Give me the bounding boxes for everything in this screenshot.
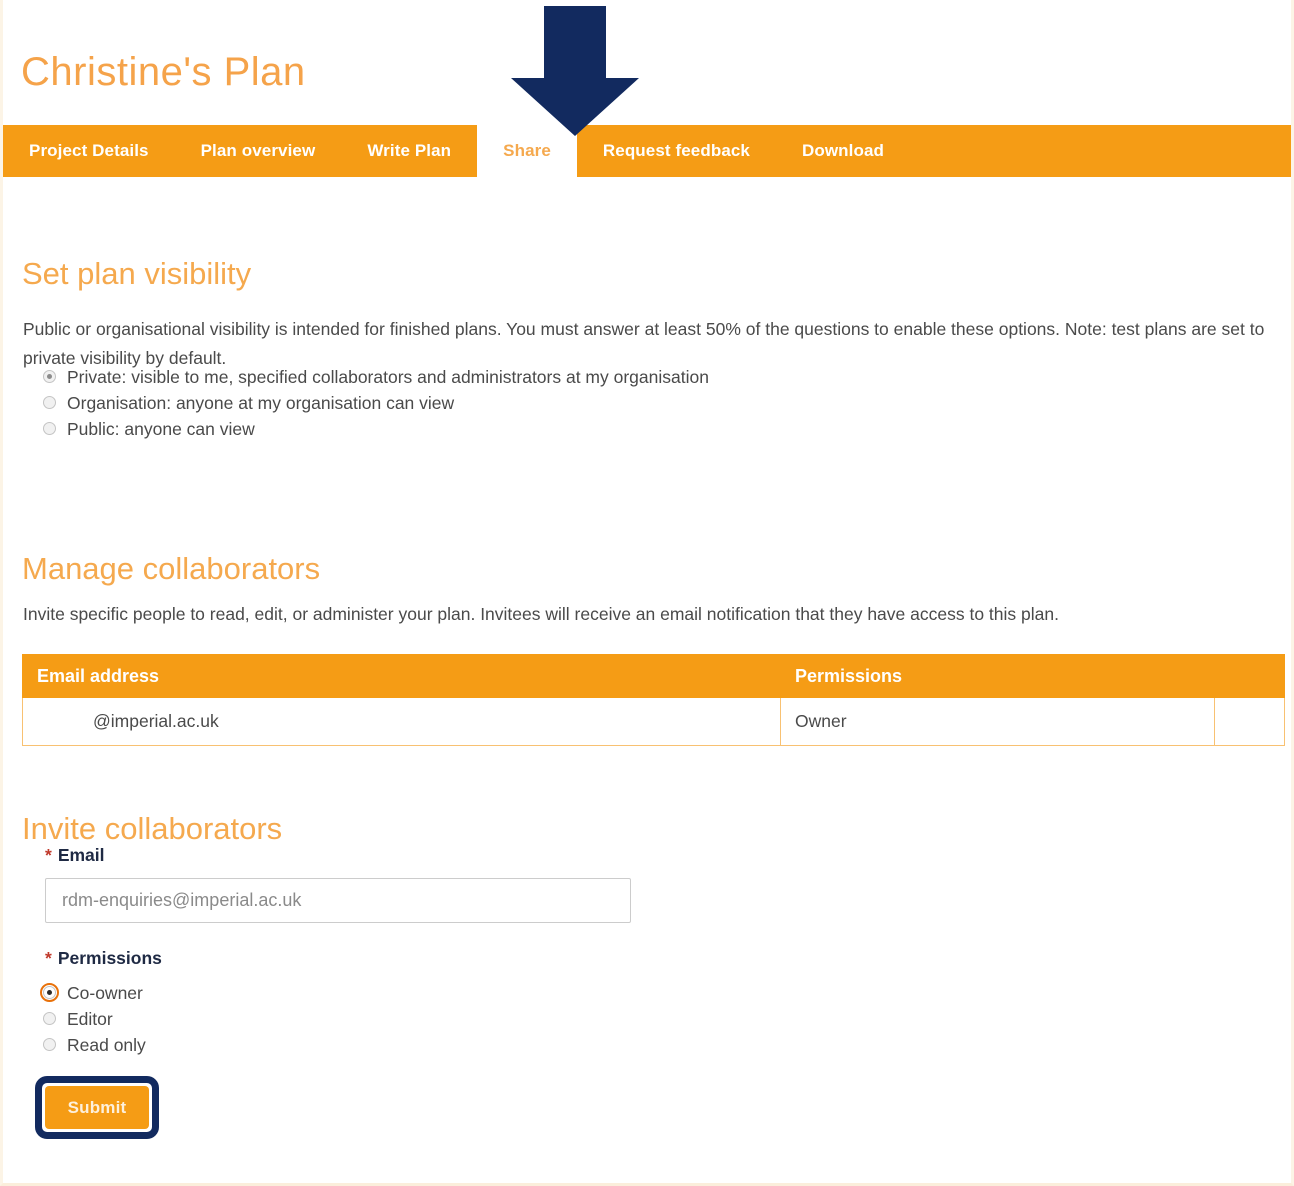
tab-plan-overview[interactable]: Plan overview — [175, 125, 342, 177]
radio-icon-editor[interactable] — [43, 1012, 56, 1025]
column-header-actions — [1214, 654, 1285, 698]
email-field[interactable] — [45, 878, 631, 923]
permissions-option-editor-label: Editor — [67, 1009, 113, 1029]
email-field-label: * Email — [45, 845, 105, 866]
set-plan-visibility-heading: Set plan visibility — [22, 255, 252, 291]
page-title: Christine's Plan — [21, 50, 306, 94]
visibility-option-public[interactable]: Public: anyone can view — [43, 416, 709, 442]
visibility-radio-group: Private: visible to me, specified collab… — [43, 364, 709, 442]
radio-icon-co-owner[interactable] — [40, 983, 59, 1002]
visibility-option-private-label: Private: visible to me, specified collab… — [67, 367, 709, 387]
required-asterisk-permissions: * — [45, 948, 52, 968]
permissions-option-read-only[interactable]: Read only — [43, 1032, 146, 1058]
permissions-label-text: Permissions — [57, 948, 162, 968]
table-row: @imperial.ac.uk Owner — [22, 697, 1285, 746]
tab-share[interactable]: Share — [477, 125, 577, 177]
visibility-option-private[interactable]: Private: visible to me, specified collab… — [43, 364, 709, 390]
down-arrow-icon — [511, 6, 639, 136]
permissions-option-editor[interactable]: Editor — [43, 1006, 146, 1032]
tab-download[interactable]: Download — [776, 125, 910, 177]
permissions-option-co-owner-label: Co-owner — [67, 983, 143, 1003]
visibility-option-public-label: Public: anyone can view — [67, 419, 255, 439]
page-root: Christine's Plan Project Details Plan ov… — [0, 0, 1294, 1186]
column-header-permissions: Permissions — [780, 654, 1215, 698]
tab-write-plan[interactable]: Write Plan — [341, 125, 477, 177]
cell-permissions: Owner — [780, 697, 1215, 746]
radio-icon-read-only[interactable] — [43, 1038, 56, 1051]
visibility-option-organisation[interactable]: Organisation: anyone at my organisation … — [43, 390, 709, 416]
invite-collaborators-heading: Invite collaborators — [22, 810, 283, 846]
table-header-row: Email address Permissions — [22, 654, 1285, 698]
permissions-radio-group: Co-owner Editor Read only — [40, 980, 146, 1058]
radio-icon-private[interactable] — [43, 370, 56, 383]
submit-button[interactable]: Submit — [45, 1086, 149, 1129]
collaborators-table: Email address Permissions @imperial.ac.u… — [22, 654, 1285, 746]
plan-tab-bar: Project Details Plan overview Write Plan… — [3, 125, 1291, 177]
permissions-field-label: * Permissions — [45, 948, 162, 969]
cell-actions — [1214, 697, 1285, 746]
column-header-email: Email address — [22, 654, 781, 698]
permissions-option-co-owner[interactable]: Co-owner — [40, 980, 146, 1006]
visibility-option-organisation-label: Organisation: anyone at my organisation … — [67, 393, 455, 413]
tab-project-details[interactable]: Project Details — [3, 125, 175, 177]
manage-collaborators-description: Invite specific people to read, edit, or… — [23, 603, 1059, 624]
tab-request-feedback[interactable]: Request feedback — [577, 125, 776, 177]
required-asterisk-email: * — [45, 845, 52, 865]
radio-icon-organisation[interactable] — [43, 396, 56, 409]
manage-collaborators-heading: Manage collaborators — [22, 550, 321, 586]
email-label-text: Email — [57, 845, 105, 865]
permissions-option-read-only-label: Read only — [67, 1035, 146, 1055]
cell-email: @imperial.ac.uk — [22, 697, 781, 746]
radio-icon-public[interactable] — [43, 422, 56, 435]
